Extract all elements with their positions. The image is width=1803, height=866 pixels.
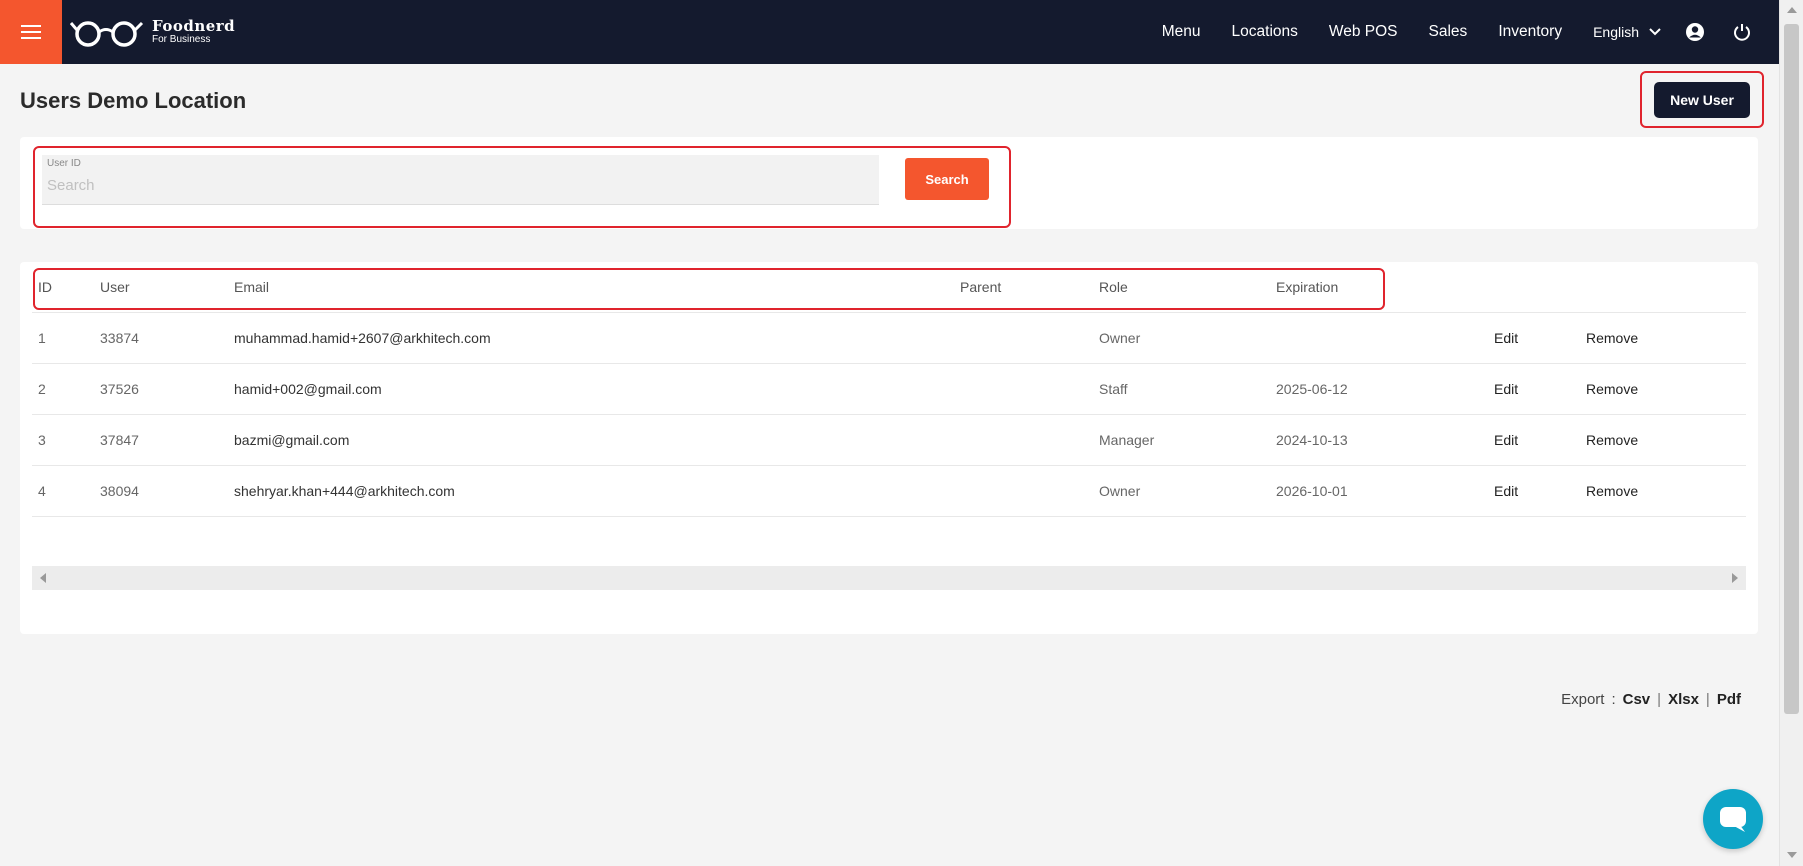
chat-button[interactable]: [1703, 789, 1763, 849]
highlight-box: [33, 268, 1385, 310]
cell-user: 37847: [94, 414, 228, 466]
user-circle-icon: [1686, 23, 1704, 41]
remove-link[interactable]: Remove: [1580, 312, 1746, 364]
nav-item-web-pos[interactable]: Web POS: [1329, 23, 1398, 41]
scroll-right-icon[interactable]: [1732, 573, 1738, 583]
language-label: English: [1593, 24, 1639, 40]
top-navbar: Foodnerd For Business Menu Locations Web…: [0, 0, 1779, 64]
main-nav: Menu Locations Web POS Sales Inventory E…: [1162, 0, 1779, 64]
hamburger-icon: [21, 25, 41, 39]
export-bar: Export : Csv | Xlsx | Pdf: [1561, 691, 1741, 708]
export-label: Export: [1561, 691, 1605, 708]
cell-id: 1: [32, 312, 94, 364]
chat-bubble-icon: [1720, 807, 1746, 832]
export-separator: |: [1705, 691, 1710, 708]
nav-item-menu[interactable]: Menu: [1162, 23, 1201, 41]
export-xlsx-link[interactable]: Xlsx: [1668, 691, 1699, 708]
nav-item-sales[interactable]: Sales: [1429, 23, 1468, 41]
page-title: Users Demo Location: [20, 88, 247, 113]
cell-user: 37526: [94, 363, 228, 415]
cell-email: bazmi@gmail.com: [228, 414, 954, 466]
new-user-button[interactable]: New User: [1654, 82, 1750, 118]
scrollbar-thumb[interactable]: [1784, 24, 1799, 714]
cell-parent: [954, 465, 1093, 517]
cell-email: shehryar.khan+444@arkhitech.com: [228, 465, 954, 517]
scroll-down-icon[interactable]: [1787, 852, 1797, 858]
remove-link[interactable]: Remove: [1580, 465, 1746, 517]
logout-button[interactable]: [1733, 23, 1751, 41]
cell-email: hamid+002@gmail.com: [228, 363, 954, 415]
table-row: 4 38094 shehryar.khan+444@arkhitech.com …: [32, 465, 1746, 517]
cell-role: Manager: [1093, 414, 1270, 466]
horizontal-scrollbar[interactable]: [32, 566, 1746, 590]
column-header-remove: [1580, 262, 1746, 313]
brand-logo[interactable]: Foodnerd For Business: [70, 14, 235, 50]
column-header-edit: [1488, 262, 1580, 313]
brand-tagline: For Business: [152, 34, 211, 45]
cell-expiration: 2025-06-12: [1270, 363, 1488, 415]
cell-expiration: 2024-10-13: [1270, 414, 1488, 466]
cell-user: 33874: [94, 312, 228, 364]
cell-role: Owner: [1093, 465, 1270, 517]
remove-link[interactable]: Remove: [1580, 363, 1746, 415]
cell-parent: [954, 414, 1093, 466]
power-icon: [1734, 24, 1750, 41]
edit-link[interactable]: Edit: [1488, 312, 1580, 364]
export-colon: :: [1611, 691, 1616, 708]
cell-id: 2: [32, 363, 94, 415]
remove-link[interactable]: Remove: [1580, 414, 1746, 466]
scroll-left-icon[interactable]: [40, 573, 46, 583]
nav-item-locations[interactable]: Locations: [1232, 23, 1298, 41]
cell-role: Staff: [1093, 363, 1270, 415]
vertical-scrollbar[interactable]: [1779, 0, 1803, 866]
export-csv-link[interactable]: Csv: [1623, 691, 1651, 708]
glasses-icon: [70, 21, 144, 47]
account-button[interactable]: [1685, 22, 1705, 42]
cell-id: 3: [32, 414, 94, 466]
table-row: 3 37847 bazmi@gmail.com Manager 2024-10-…: [32, 414, 1746, 466]
cell-expiration: 2026-10-01: [1270, 465, 1488, 517]
highlight-box: [33, 146, 1011, 228]
brand-name: Foodnerd: [152, 17, 236, 35]
cell-parent: [954, 312, 1093, 364]
language-select[interactable]: English: [1593, 24, 1661, 40]
hamburger-menu-button[interactable]: [0, 0, 62, 64]
edit-link[interactable]: Edit: [1488, 363, 1580, 415]
cell-expiration: [1270, 312, 1488, 364]
cell-parent: [954, 363, 1093, 415]
cell-email: muhammad.hamid+2607@arkhitech.com: [228, 312, 954, 364]
table-row: 2 37526 hamid+002@gmail.com Staff 2025-0…: [32, 363, 1746, 415]
edit-link[interactable]: Edit: [1488, 414, 1580, 466]
chevron-down-icon: [1649, 28, 1661, 36]
cell-user: 38094: [94, 465, 228, 517]
edit-link[interactable]: Edit: [1488, 465, 1580, 517]
table-row: 1 33874 muhammad.hamid+2607@arkhitech.co…: [32, 312, 1746, 364]
cell-role: Owner: [1093, 312, 1270, 364]
cell-id: 4: [32, 465, 94, 517]
export-pdf-link[interactable]: Pdf: [1717, 691, 1741, 708]
scroll-up-icon[interactable]: [1787, 7, 1797, 13]
users-table-card: ID User Email Parent Role Expiration 1 3…: [20, 262, 1758, 634]
export-separator: |: [1657, 691, 1662, 708]
nav-item-inventory[interactable]: Inventory: [1498, 23, 1562, 41]
